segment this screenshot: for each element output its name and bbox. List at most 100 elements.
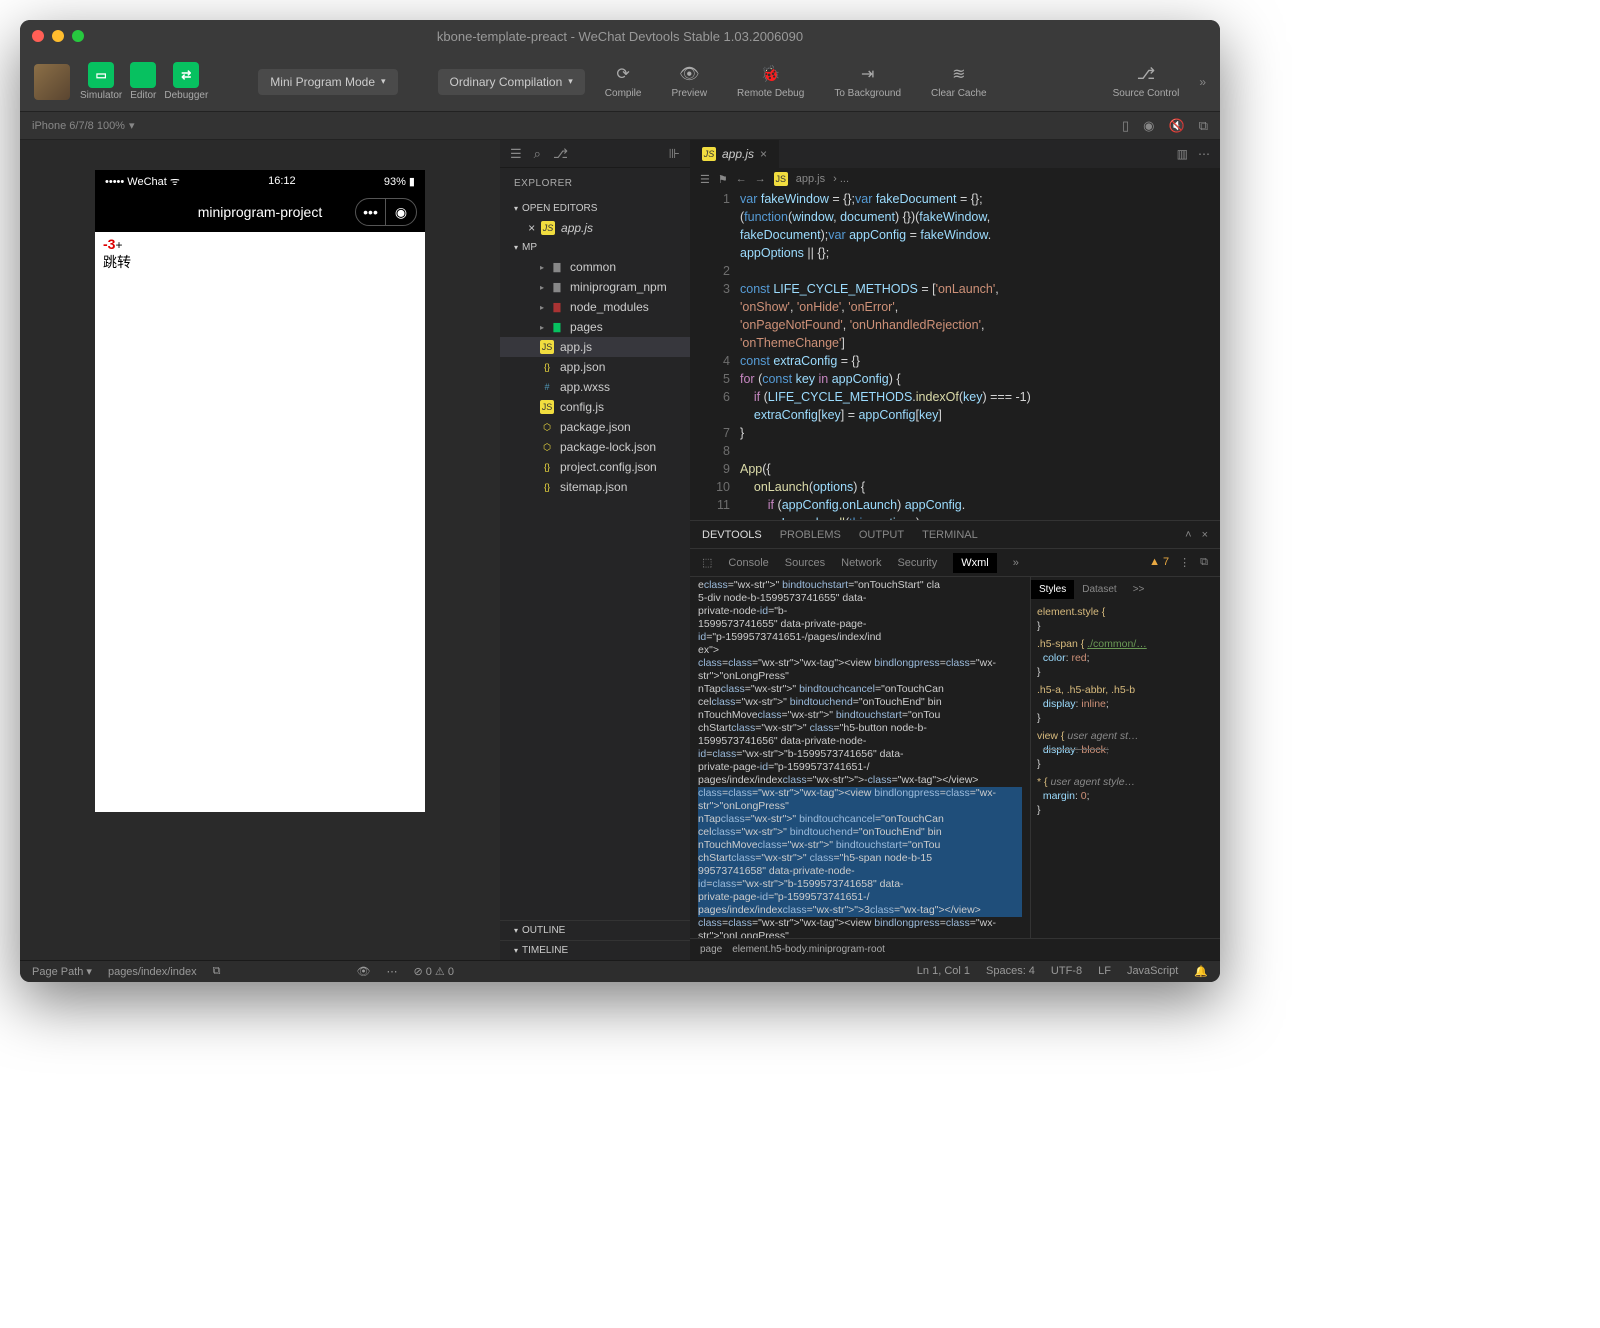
language[interactable]: JavaScript [1127, 965, 1178, 978]
open-editor-file[interactable]: ×JSapp.js [500, 218, 690, 238]
more-icon[interactable]: ⋯ [1198, 147, 1210, 161]
close-icon[interactable] [32, 30, 44, 42]
branch-icon[interactable]: ⎇ [553, 146, 568, 162]
file-sitemap.json[interactable]: {}sitemap.json [500, 477, 690, 497]
page-path[interactable]: pages/index/index [108, 966, 197, 978]
maximize-icon[interactable] [72, 30, 84, 42]
dock-icon[interactable]: ⧉ [1200, 556, 1208, 569]
chevron-up-icon[interactable]: ˄ [1185, 529, 1191, 541]
jump-link[interactable]: 跳转 [103, 252, 417, 272]
toggle-icon[interactable]: ⊪ [669, 146, 680, 162]
outline-section[interactable]: OUTLINE [500, 920, 690, 940]
avatar[interactable] [34, 64, 70, 100]
tab-dataset[interactable]: Dataset [1074, 580, 1124, 599]
code-editor: JS app.js × ▥ ⋯ ☰ ⚑ ← → JS app.js [690, 140, 1220, 960]
tab-app-js[interactable]: JS app.js × [690, 140, 779, 168]
kebab-icon[interactable]: ⋮ [1179, 556, 1190, 569]
subtab-sources[interactable]: Sources [785, 557, 825, 569]
device-icon[interactable]: ▯ [1122, 118, 1129, 134]
file-package-lock.json[interactable]: ⬡package-lock.json [500, 437, 690, 457]
arrow-icon: ⇥ [861, 64, 874, 84]
eol[interactable]: LF [1098, 965, 1111, 978]
encoding[interactable]: UTF-8 [1051, 965, 1082, 978]
file-app.wxss[interactable]: #app.wxss [500, 377, 690, 397]
background-button[interactable]: ⇥To Background [824, 64, 911, 99]
split-icon[interactable]: ▥ [1177, 147, 1188, 161]
menu-icon[interactable]: ••• [356, 199, 386, 225]
target-icon[interactable]: ◉ [386, 199, 416, 225]
compilation-dropdown[interactable]: Ordinary Compilation [438, 69, 585, 95]
tab-output[interactable]: OUTPUT [859, 529, 904, 541]
tab-more[interactable]: >> [1125, 580, 1153, 599]
error-count[interactable]: ⊘ 0 ⚠ 0 [413, 965, 454, 978]
wxml-tree[interactable]: eclass="wx-str">" bindtouchstart="onTouc… [690, 577, 1030, 938]
preview-button[interactable]: 👁Preview [661, 64, 717, 99]
phone-content[interactable]: -3+ 跳转 [95, 232, 425, 812]
simulator-panel: ••••• WeChat ᯤ 16:12 93% ▮ miniprogram-p… [20, 140, 500, 960]
tab-problems[interactable]: PROBLEMS [780, 529, 841, 541]
breadcrumb[interactable]: ☰ ⚑ ← → JS app.js › ... [690, 168, 1220, 190]
devtools-body: eclass="wx-str">" bindtouchstart="onTouc… [690, 577, 1220, 938]
counter-plus[interactable]: + [115, 238, 122, 252]
record-icon[interactable]: ◉ [1143, 118, 1154, 134]
file-app.json[interactable]: {}app.json [500, 357, 690, 377]
crumb-page[interactable]: page [700, 944, 722, 955]
subtab-console[interactable]: Console [728, 557, 768, 569]
mute-icon[interactable]: 🔇 [1169, 118, 1185, 134]
layers-icon: ≋ [952, 64, 965, 84]
tab-styles[interactable]: Styles [1031, 580, 1074, 599]
back-icon[interactable]: ← [736, 173, 747, 185]
source-control-button[interactable]: ⎇Source Control [1103, 64, 1190, 99]
more-icon[interactable]: ⋯ [386, 965, 397, 978]
mode-debugger[interactable]: ⇄Debugger [164, 62, 208, 101]
list-icon[interactable]: ☰ [510, 146, 522, 162]
explorer-title: EXPLORER [500, 168, 690, 199]
remote-debug-button[interactable]: 🐞Remote Debug [727, 64, 814, 99]
open-editors-section[interactable]: OPEN EDITORS [500, 199, 690, 218]
copy-icon[interactable]: ⧉ [1199, 118, 1208, 134]
forward-icon[interactable]: → [755, 173, 766, 185]
device-dropdown[interactable]: iPhone 6/7/8 100% [32, 120, 125, 132]
more-icon[interactable]: » [1199, 75, 1206, 89]
page-path-label[interactable]: Page Path ▾ [32, 965, 92, 978]
bell-icon[interactable]: 🔔 [1194, 965, 1208, 978]
bookmark-icon[interactable]: ⚑ [718, 173, 728, 186]
list-icon[interactable]: ☰ [700, 173, 710, 186]
close-icon[interactable]: × [1202, 529, 1208, 541]
subtab-wxml[interactable]: Wxml [953, 553, 997, 573]
close-icon[interactable]: × [528, 221, 535, 235]
crumb-element[interactable]: element.h5-body.miniprogram-root [732, 944, 885, 955]
search-icon[interactable]: ⌕ [534, 146, 541, 162]
eye-icon[interactable]: 👁 [357, 965, 371, 978]
file-package.json[interactable]: ⬡package.json [500, 417, 690, 437]
file-project.config.json[interactable]: {}project.config.json [500, 457, 690, 477]
more-icon[interactable]: » [1013, 557, 1019, 569]
compile-button[interactable]: ⟳Compile [595, 64, 652, 99]
cursor-position[interactable]: Ln 1, Col 1 [917, 965, 970, 978]
mode-simulator[interactable]: ▭Simulator [80, 62, 122, 101]
warning-badge[interactable]: ▲ 7 [1149, 556, 1169, 569]
clear-cache-button[interactable]: ≋Clear Cache [921, 64, 997, 99]
minimize-icon[interactable] [52, 30, 64, 42]
refresh-icon: ⟳ [616, 64, 629, 84]
subtab-network[interactable]: Network [841, 557, 881, 569]
copy-icon[interactable]: ⧉ [213, 965, 221, 978]
file-config.js[interactable]: JSconfig.js [500, 397, 690, 417]
folder-pages[interactable]: ▸▇pages [500, 317, 690, 337]
program-mode-dropdown[interactable]: Mini Program Mode [258, 69, 397, 95]
styles-body[interactable]: element.style {}.h5-span { ./common/… co… [1031, 601, 1220, 938]
folder-common[interactable]: ▸▇common [500, 257, 690, 277]
folder-node_modules[interactable]: ▸▇node_modules [500, 297, 690, 317]
folder-miniprogram_npm[interactable]: ▸▇miniprogram_npm [500, 277, 690, 297]
indent[interactable]: Spaces: 4 [986, 965, 1035, 978]
subtab-security[interactable]: Security [897, 557, 937, 569]
tab-devtools[interactable]: DEVTOOLS [702, 529, 762, 541]
tab-terminal[interactable]: TERMINAL [922, 529, 978, 541]
file-app.js[interactable]: JSapp.js [500, 337, 690, 357]
code-body[interactable]: 1234567891011 var fakeWindow = {};var fa… [690, 190, 1220, 520]
inspect-icon[interactable]: ⬚ [702, 556, 712, 569]
mode-editor[interactable]: Editor [130, 62, 156, 101]
close-icon[interactable]: × [760, 147, 767, 161]
timeline-section[interactable]: TIMELINE [500, 940, 690, 960]
root-folder[interactable]: MP [500, 238, 690, 257]
